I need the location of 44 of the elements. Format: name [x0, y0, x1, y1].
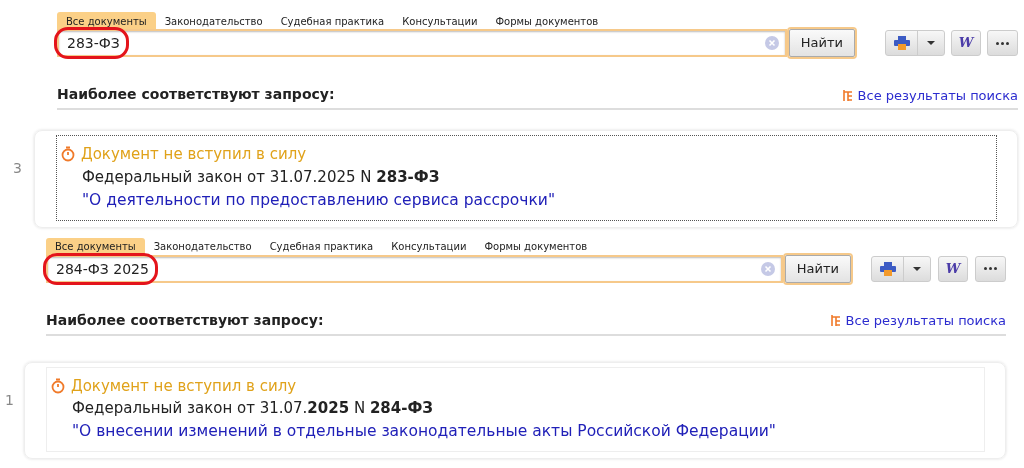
- tab[interactable]: Судебная практика: [260, 237, 383, 255]
- document-title-link[interactable]: "О деятельности по предоставлению сервиса рассрочки": [81, 188, 556, 211]
- print-button[interactable]: [871, 255, 931, 282]
- all-results-link[interactable]: Все результаты поиска: [842, 85, 1018, 105]
- print-button[interactable]: [885, 30, 945, 56]
- search-field[interactable]: 284-ФЗ 2025: [46, 254, 783, 283]
- more-button[interactable]: [975, 255, 1006, 282]
- tab[interactable]: Консультации: [393, 12, 487, 29]
- search-field[interactable]: 283-ФЗ: [57, 29, 787, 57]
- tab[interactable]: Формы документов: [475, 237, 597, 255]
- tab[interactable]: Все документы: [46, 237, 145, 255]
- more-icon: [984, 267, 997, 270]
- result-number: 3: [13, 159, 22, 178]
- clear-icon: [764, 36, 779, 50]
- status-text: Документ не вступил в силу: [80, 144, 307, 165]
- section-heading: Наиболее соответствуют запросу:: [46, 310, 324, 330]
- tab[interactable]: Консультации: [382, 237, 476, 255]
- document-title-link[interactable]: "О внесении изменений в отдельные законодательные акты Российской Федерации": [71, 420, 776, 442]
- printer-icon: [893, 36, 910, 50]
- tab[interactable]: Законодательство: [155, 12, 272, 29]
- document-description: Федеральный закон от 31.07.2025 N 284-ФЗ: [71, 398, 434, 419]
- printer-icon: [879, 261, 896, 276]
- word-button[interactable]: W: [951, 30, 981, 56]
- clear-icon: [760, 261, 775, 276]
- result-number: 1: [5, 390, 14, 410]
- tab[interactable]: Формы документов: [486, 12, 608, 29]
- tab[interactable]: Судебная практика: [271, 12, 394, 29]
- tree-icon: [842, 89, 853, 101]
- section-heading: Наиболее соответствуют запросу:: [57, 85, 335, 104]
- tab[interactable]: Все документы: [57, 12, 156, 29]
- document-description: Федеральный закон от 31.07.2025 N 283-ФЗ: [81, 166, 441, 188]
- caret-icon: [913, 266, 921, 271]
- word-button[interactable]: W: [938, 255, 968, 282]
- all-results-link[interactable]: Все результаты поиска: [830, 311, 1006, 331]
- caret-icon: [927, 41, 935, 45]
- stopwatch-icon: [49, 377, 66, 394]
- tree-icon: [830, 315, 841, 327]
- more-icon: [996, 41, 1009, 45]
- status-text: Документ не вступил в силу: [70, 375, 297, 397]
- search-button[interactable]: Найти: [788, 29, 855, 57]
- stopwatch-icon: [59, 146, 76, 163]
- more-button[interactable]: [987, 30, 1018, 56]
- search-button[interactable]: Найти: [784, 254, 851, 283]
- tab[interactable]: Законодательство: [144, 237, 261, 255]
